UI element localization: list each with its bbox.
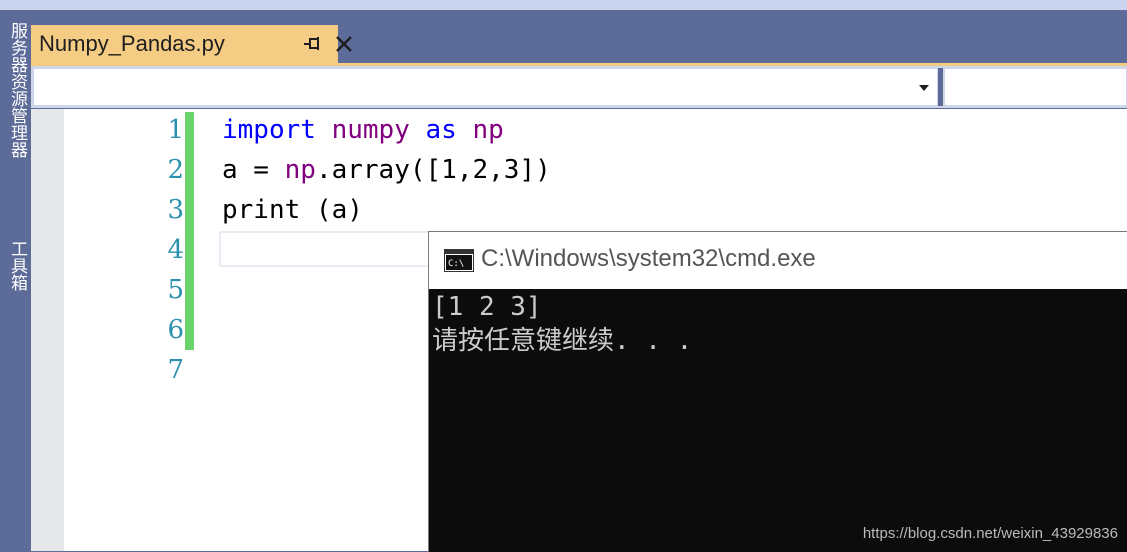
line-number: 2 [167,155,184,185]
identifier-token: np [472,115,504,145]
console-window[interactable]: C:\ C:\Windows\system32\cmd.exe [1 2 3] … [428,231,1127,552]
line-number: 4 [167,235,184,265]
console-title: C:\Windows\system32\cmd.exe [481,245,816,272]
console-output-line: 请按任意键继续. . . [432,326,693,356]
left-tool-strip: 服务器资源管理器 工具箱 [0,10,30,551]
identifier-token: np [284,155,316,185]
toolbox-tab[interactable]: 工具箱 [3,240,27,291]
line-number: 5 [167,275,184,305]
console-output-line: [1 2 3] [432,292,542,322]
code-line: print (a) [222,190,363,230]
identifier-token: numpy [331,115,410,145]
code-token: a = [222,155,285,185]
caret-down-icon[interactable] [909,68,939,106]
close-icon[interactable] [333,33,355,55]
svg-text:C:\: C:\ [448,259,464,269]
keyword-token: import [222,115,316,145]
keyword-token: as [425,115,457,145]
selection-margin [31,109,64,551]
scope-dropdown[interactable] [33,68,938,106]
cmd-icon: C:\ [444,249,474,272]
member-dropdown[interactable] [944,68,1127,106]
console-titlebar[interactable]: C:\ C:\Windows\system32\cmd.exe [429,232,1127,289]
document-tab[interactable]: Numpy_Pandas.py [31,25,352,63]
code-token: print (a) [222,195,363,225]
title-strip [0,0,1127,10]
code-line: a = np.array([1,2,3]) [222,150,551,190]
line-number: 1 [167,115,184,145]
server-explorer-tab[interactable]: 服务器资源管理器 [3,22,27,158]
pin-icon[interactable] [301,33,323,55]
line-number: 3 [167,195,184,225]
line-number: 6 [167,315,184,345]
navigation-bar [31,66,1127,108]
nav-divider [938,68,943,106]
watermark: https://blog.csdn.net/weixin_43929836 [862,525,1118,542]
line-number: 7 [167,355,184,385]
code-line: import numpy as np [222,110,504,150]
document-tab-label: Numpy_Pandas.py [39,31,225,56]
code-token: .array([1,2,3]) [315,155,551,185]
change-tracking-bar [185,112,194,350]
